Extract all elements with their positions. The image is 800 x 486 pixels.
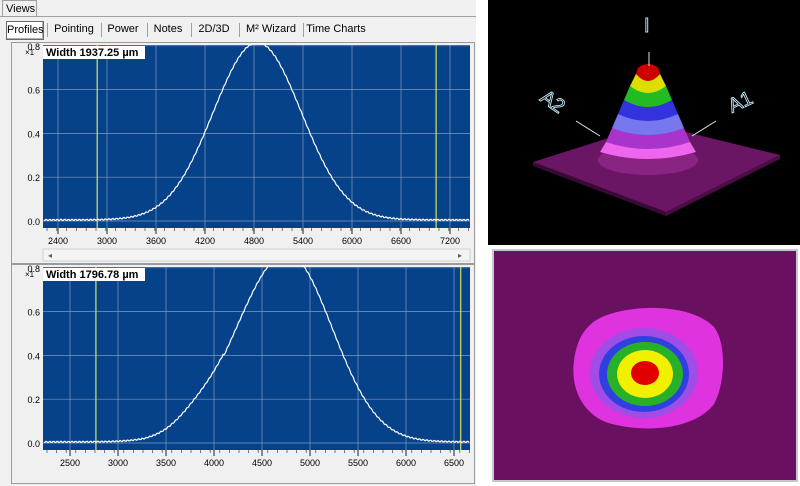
x-tick-label: 4500 [252,458,272,468]
beam-2d-view[interactable] [492,249,798,482]
tab-pointing[interactable]: Pointing [50,21,98,38]
beam-ring-6 [631,361,659,385]
axis-label-a2: A2 [536,86,569,118]
x-tick-label: 3000 [97,236,117,246]
y-tick-label: 0.6 [27,86,40,96]
axis-label-i: I [644,15,650,37]
tab-m2-wizard[interactable]: M² Wizard [241,21,301,38]
x-tick-label: 6500 [444,458,464,468]
tab-separator [47,23,48,37]
tab-separator [191,23,192,37]
x-tick-label: 3500 [156,458,176,468]
x-tick-label: 2400 [48,236,68,246]
x-tick-label: 4200 [195,236,215,246]
x-tick-label: 3000 [108,458,128,468]
tabs-divider [0,16,476,17]
scroll-right-arrow-icon-1[interactable]: ▸ [458,251,462,260]
axis-a2-line [575,120,601,137]
profile-frame-1: Width 1937.25 µm ×1 0.8 0.6 0.4 0.2 0.0 2400… [11,41,475,264]
y-tick-label: 0.6 [27,308,40,318]
axis-a1-line [691,120,717,137]
y-tick-label: 0.2 [27,173,40,183]
y-tick-label: 0.0 [27,217,40,227]
x-tick-label: 5500 [348,458,368,468]
y-tick-label: 0.4 [27,129,40,139]
y-tick-label: 0.8 [27,43,40,52]
views-tab[interactable]: Views [2,0,37,17]
tab-separator [303,23,304,37]
x-tick-label: 4000 [204,458,224,468]
y-tick-label: 0.2 [27,395,40,405]
beam-2d-svg [494,251,796,480]
tab-profiles[interactable]: Profiles [6,21,44,40]
profile-frame-2: Width 1796.78 µm ×1 0.8 0.6 0.4 0.2 0.0 2500… [11,252,510,484]
tab-separator [239,23,240,37]
y-tick-label: 0.4 [27,351,40,361]
tab-notes[interactable]: Notes [149,21,187,38]
h-scrollbar-1[interactable] [42,248,471,262]
x-tick-label: 4800 [244,236,264,246]
axis-label-a1: A1 [725,87,756,117]
tab-time-charts[interactable]: Time Charts [305,21,367,38]
x-tick-label: 6600 [391,236,411,246]
width-label-2: Width 1796.78 µm [46,269,139,281]
y-tick-label: 0.8 [27,265,40,274]
x-tick-label: 6000 [396,458,416,468]
profile-svg-1: Width 1937.25 µm ×1 0.80.60.40.20.0 2400… [25,41,471,262]
beam-3d-view[interactable]: I A1 A2 [488,0,800,245]
beam-cone-peak [638,64,658,76]
scroll-left-arrow-icon-1[interactable]: ◂ [48,251,52,260]
x-tick-label: 5400 [293,236,313,246]
tab-separator [101,23,102,37]
x-tick-label: 7200 [440,236,460,246]
width-label-1: Width 1937.25 µm [46,47,139,59]
tab-2d3d[interactable]: 2D/3D [193,21,235,38]
profile-svg-2: Width 1796.78 µm ×1 0.80.60.40.20.0 2500… [25,252,510,468]
x-tick-label: 2500 [60,458,80,468]
y-tick-label: 0.0 [27,439,40,449]
beam-3d-svg: I A1 A2 [533,15,780,216]
x-tick-label: 5000 [300,458,320,468]
x-tick-label: 6000 [342,236,362,246]
profiles-panel: Views Profiles Pointing Power Notes 2D/3… [0,0,510,486]
tab-separator [147,23,148,37]
tab-power[interactable]: Power [103,21,143,38]
x-tick-label: 3600 [146,236,166,246]
